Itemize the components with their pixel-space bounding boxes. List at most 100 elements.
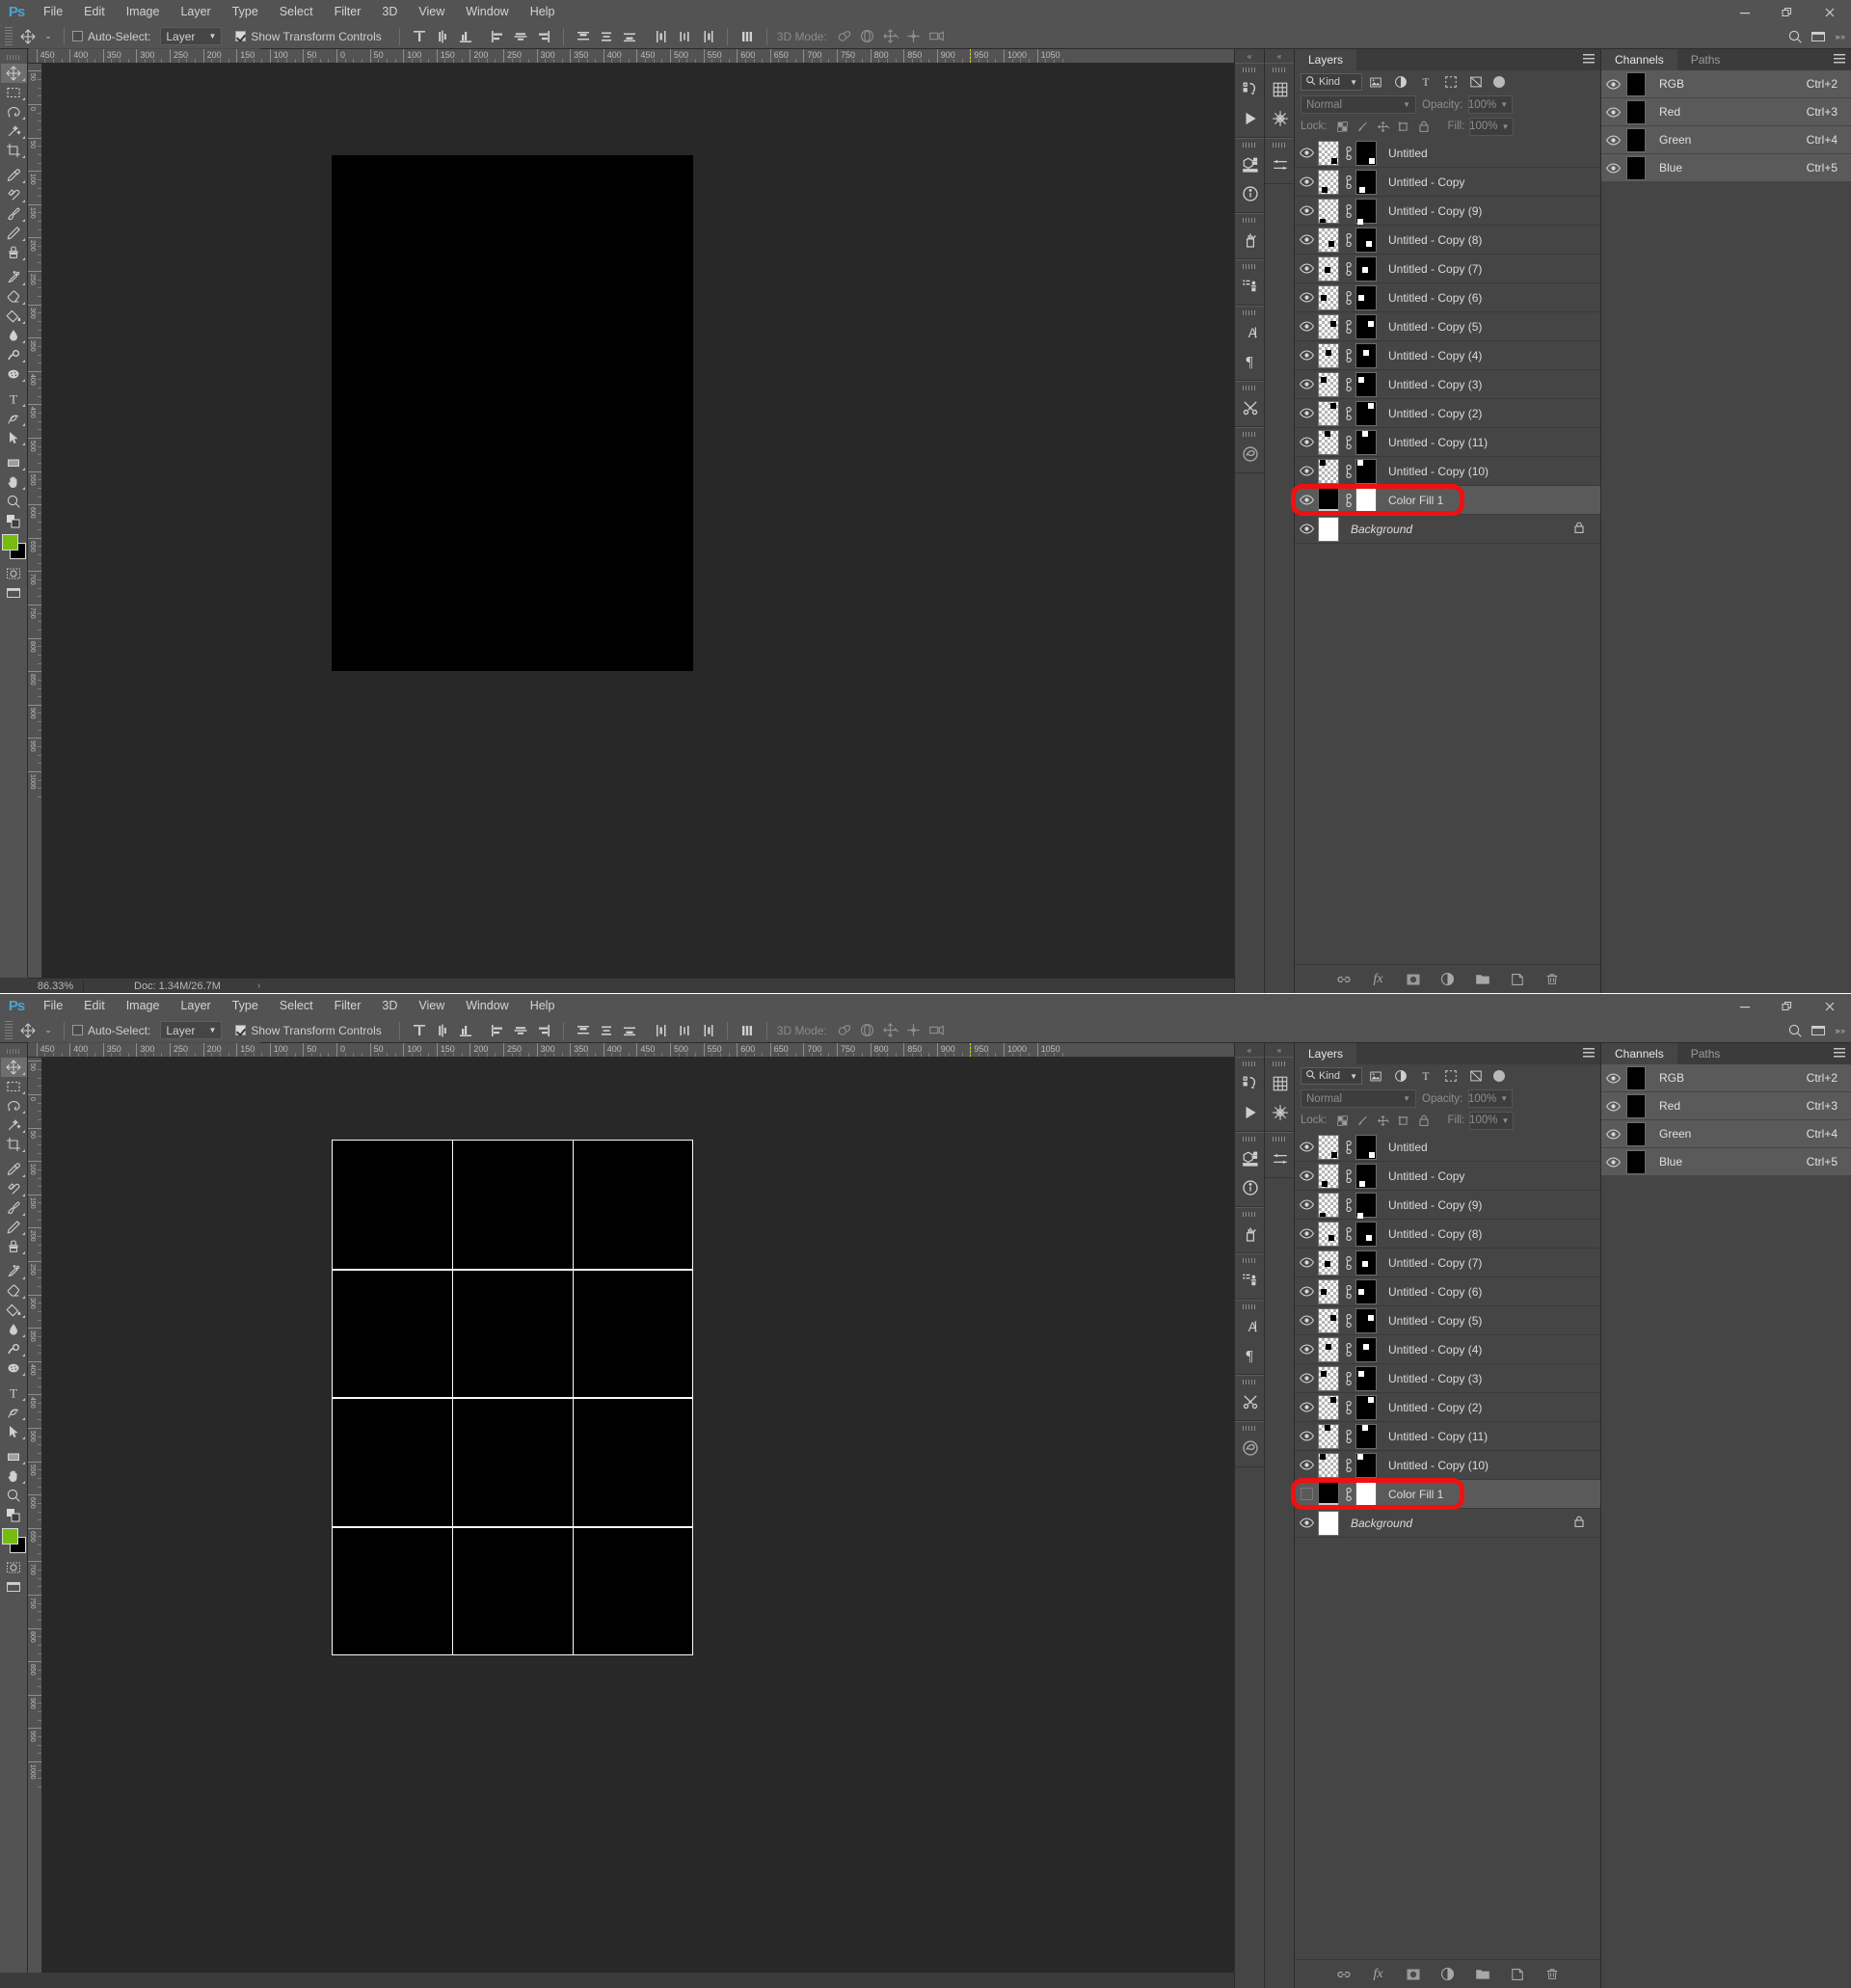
tool-pen-tool[interactable]: T (1, 390, 27, 409)
tool-spot-healing-brush-tool[interactable] (1, 185, 27, 204)
distribute-button-0[interactable] (572, 26, 595, 47)
actions-panel-icon[interactable] (1235, 1098, 1265, 1127)
3d-mode-button-0[interactable] (833, 26, 856, 47)
align-button-5[interactable] (532, 26, 555, 47)
tool-hand-tool[interactable] (1, 1447, 27, 1466)
layer-visibility-toggle[interactable] (1295, 1249, 1318, 1277)
layer-mask-thumbnail[interactable] (1355, 487, 1377, 513)
align-button-0[interactable] (408, 1020, 431, 1041)
distribute-button-5[interactable] (696, 1020, 719, 1041)
layer-mask-thumbnail[interactable] (1355, 1192, 1377, 1219)
layer-thumbnail[interactable] (1318, 342, 1339, 368)
default-colors-icon[interactable] (1, 513, 27, 530)
foreground-color-swatch[interactable] (1, 534, 18, 551)
tool-blur-tool[interactable] (1, 1301, 27, 1320)
swatches-panel-icon[interactable] (1265, 75, 1295, 104)
delete-layer-icon[interactable] (1543, 971, 1561, 988)
menu-item-image[interactable]: Image (116, 994, 171, 1018)
layer-mask-thumbnail[interactable] (1355, 198, 1377, 225)
new-layer-icon[interactable] (1509, 1966, 1526, 1983)
link-layers-icon[interactable] (1342, 464, 1353, 478)
layer-mask-thumbnail[interactable] (1355, 313, 1377, 339)
filter-adjustment-icon[interactable] (1389, 72, 1412, 92)
show-transform-checkbox[interactable] (235, 31, 247, 41)
layer-thumbnail[interactable] (1318, 284, 1339, 310)
layer-visibility-toggle[interactable] (1295, 370, 1318, 399)
active-tool-icon[interactable] (15, 1020, 40, 1041)
tool-history-brush-tool[interactable] (1, 243, 27, 262)
brushes-panel-icon[interactable] (1235, 226, 1265, 255)
panel-menu-icon[interactable] (1834, 54, 1845, 64)
fill-field[interactable]: 100% ▼ (1469, 1111, 1515, 1130)
tab-channels[interactable]: Channels (1601, 49, 1677, 70)
filter-adjustment-icon[interactable] (1389, 1066, 1412, 1086)
3d-mode-button-0[interactable] (833, 1020, 856, 1041)
layer-visibility-toggle[interactable] (1295, 312, 1318, 341)
align-button-2[interactable] (454, 1020, 477, 1041)
restore-button[interactable] (1766, 994, 1809, 1018)
link-layers-icon[interactable] (1342, 1371, 1353, 1385)
layer-row[interactable]: Untitled - Copy (5) (1295, 312, 1600, 341)
dock-a-collapse-icon[interactable]: « (1235, 49, 1264, 63)
link-layers-icon[interactable] (1342, 146, 1353, 160)
zoom-level[interactable]: 86.33% (28, 980, 84, 992)
tab-channels[interactable]: Channels (1601, 1043, 1677, 1064)
align-button-1[interactable] (431, 26, 454, 47)
menu-item-file[interactable]: File (33, 994, 73, 1018)
tool-path-selection-tool[interactable] (1, 409, 27, 428)
layer-thumbnail[interactable] (1318, 371, 1339, 397)
dock-group-grip[interactable] (1243, 432, 1256, 437)
tool-zoom-tool[interactable] (1, 472, 27, 492)
lock-artboard-nesting-icon[interactable] (1394, 1112, 1413, 1129)
layer-style-fx-icon[interactable]: fx (1370, 1966, 1387, 1983)
layer-mask-thumbnail[interactable] (1355, 1452, 1377, 1478)
styles-panel-icon[interactable] (1265, 1098, 1295, 1127)
paragraph-panel-icon[interactable]: ¶ (1235, 1341, 1265, 1370)
new-layer-icon[interactable] (1509, 971, 1526, 988)
dock-group-grip[interactable] (1243, 218, 1256, 223)
brushes-panel-icon[interactable] (1235, 1220, 1265, 1249)
layer-visibility-toggle[interactable] (1295, 255, 1318, 283)
tool-hand-tool[interactable] (1, 453, 27, 472)
lock-all-icon[interactable] (1414, 118, 1434, 135)
channel-row[interactable]: Blue Ctrl+5 (1601, 154, 1851, 182)
layer-visibility-toggle[interactable] (1295, 139, 1318, 168)
tool-move-tool[interactable] (0, 64, 27, 83)
new-group-icon[interactable] (1474, 1966, 1491, 1983)
link-layers-icon[interactable] (1342, 1487, 1353, 1501)
layer-row[interactable]: Untitled - Copy (10) (1295, 457, 1600, 486)
character-panel-icon[interactable]: A (1235, 318, 1265, 347)
link-layers-icon[interactable] (1342, 1400, 1353, 1414)
align-button-1[interactable] (431, 1020, 454, 1041)
filter-smart-object-icon[interactable] (1464, 1066, 1488, 1086)
tab-paths[interactable]: Paths (1677, 49, 1734, 70)
tool-clone-stamp-tool[interactable] (1, 224, 27, 243)
filter-pixel-icon[interactable] (1364, 1066, 1387, 1086)
dock-group-grip[interactable] (1243, 1137, 1256, 1142)
lock-image-pixels-icon[interactable] (1354, 118, 1373, 135)
tool-history-brush-tool[interactable] (1, 1237, 27, 1256)
dock-group-grip[interactable] (1273, 1137, 1286, 1142)
opacity-field[interactable]: 100% ▼ (1468, 1089, 1514, 1108)
channel-list[interactable]: RGB Ctrl+2 Red Ctrl+3 Green Ctrl+4 Blue Ctrl+5 (1601, 1064, 1851, 1176)
tool-eyedropper-tool[interactable] (1, 166, 27, 185)
tool-preset-chevron-icon[interactable]: ⌄ (40, 26, 56, 47)
layer-visibility-toggle[interactable] (1295, 1133, 1318, 1162)
3d-mode-button-3[interactable] (902, 1020, 926, 1041)
horizontal-ruler[interactable]: 450 400 350 300 250 200 150 100 50 0 50 100 150 200 25… (28, 49, 1234, 64)
tool-brush-tool[interactable] (1, 1198, 27, 1218)
styles-panel-icon[interactable] (1265, 104, 1295, 133)
menu-item-3d[interactable]: 3D (371, 994, 408, 1018)
dock-group-grip[interactable] (1243, 67, 1256, 72)
filter-shape-icon[interactable] (1439, 1066, 1462, 1086)
layer-mask-thumbnail[interactable] (1355, 429, 1377, 455)
layer-row[interactable]: Untitled - Copy (9) (1295, 197, 1600, 226)
swatches-panel-icon[interactable] (1265, 1069, 1295, 1098)
layer-row[interactable]: Untitled - Copy (6) (1295, 283, 1600, 312)
lock-position-icon[interactable] (1374, 118, 1393, 135)
canvas-viewport[interactable] (42, 64, 1234, 978)
layer-thumbnail[interactable] (1318, 1134, 1339, 1160)
auto-select-dropdown[interactable]: Layer ▼ (160, 27, 223, 45)
layer-visibility-toggle[interactable] (1295, 1162, 1318, 1191)
lock-transparent-pixels-icon[interactable] (1333, 1112, 1353, 1129)
